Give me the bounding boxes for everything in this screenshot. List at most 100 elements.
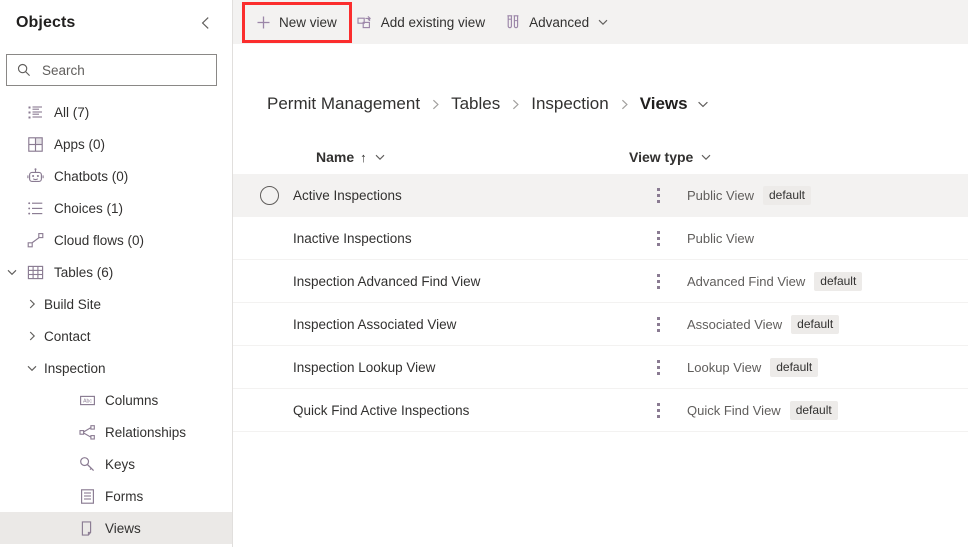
sidebar-item-label: Chatbots (0) — [54, 168, 129, 184]
breadcrumb-item-views: Views — [639, 94, 688, 113]
advanced-button[interactable]: Advanced — [495, 4, 619, 40]
sidebar-item-inspection[interactable]: Inspection — [0, 352, 232, 384]
sidebar-item-forms[interactable]: Forms — [0, 480, 232, 512]
breadcrumb-item-inspection[interactable]: Inspection — [531, 94, 609, 114]
new-view-button[interactable]: New view — [245, 4, 347, 40]
column-header-view-type-label: View type — [629, 149, 694, 165]
chevron-down-icon[interactable] — [700, 151, 712, 163]
row-more-actions-button[interactable] — [629, 316, 687, 332]
view-type-label: Public View — [687, 230, 754, 246]
sidebar-item-choices-1[interactable]: Choices (1) — [0, 192, 232, 224]
table-row[interactable]: Quick Find Active Inspections Quick Find… — [233, 389, 968, 432]
page-title: Objects — [16, 14, 76, 31]
no-chevron — [4, 168, 20, 184]
row-more-actions-button[interactable] — [629, 230, 687, 246]
sidebar-item-apps-0[interactable]: Apps (0) — [0, 128, 232, 160]
sidebar-item-relationships[interactable]: Relationships — [0, 416, 232, 448]
collapse-sidebar-button[interactable] — [194, 11, 218, 35]
sidebar-item-label: Choices (1) — [54, 200, 124, 216]
column-header-view-type[interactable]: View type — [629, 149, 712, 165]
row-select-radio[interactable] — [255, 185, 293, 205]
view-name-cell: Inspection Advanced Find View — [293, 273, 481, 289]
row-more-actions-button[interactable] — [629, 402, 687, 418]
chevron-right-icon — [429, 98, 442, 111]
table-row[interactable]: Inspection Advanced Find View Advanced F… — [233, 260, 968, 303]
apps-grid-icon — [26, 135, 44, 153]
relationships-icon — [78, 423, 96, 441]
row-select-radio[interactable] — [255, 358, 293, 377]
more-vertical-icon — [656, 359, 660, 375]
chevron-right-icon[interactable] — [24, 328, 40, 344]
default-badge: default — [791, 314, 840, 334]
breadcrumb-item-tables[interactable]: Tables — [451, 94, 500, 114]
sidebar-item-columns[interactable]: Abc Columns — [0, 384, 232, 416]
sidebar-item-contact[interactable]: Contact — [0, 320, 232, 352]
search-icon — [17, 63, 31, 77]
row-select-radio[interactable] — [255, 401, 293, 420]
column-header-name[interactable]: Name ↑ — [255, 149, 629, 165]
table-row[interactable]: Inspection Lookup View Lookup View defau… — [233, 346, 968, 389]
new-view-label: New view — [279, 14, 337, 30]
view-name-cell: Quick Find Active Inspections — [293, 402, 470, 418]
breadcrumb-item-permit-management[interactable]: Permit Management — [267, 94, 420, 114]
view-name-cell: Active Inspections — [293, 187, 402, 203]
search-container — [0, 46, 232, 86]
row-more-actions-button[interactable] — [629, 273, 687, 289]
chevron-down-icon[interactable] — [4, 264, 20, 280]
row-select-radio[interactable] — [255, 272, 293, 291]
search-box[interactable] — [6, 54, 217, 86]
chevron-left-icon — [199, 16, 213, 30]
app-root: Objects Search All (7) Apps (0) Chatbots… — [0, 0, 968, 547]
row-select-radio[interactable] — [255, 315, 293, 334]
more-vertical-icon — [656, 273, 660, 289]
table-row[interactable]: Active Inspections Public View default — [233, 174, 968, 217]
view-type-label: Associated View — [687, 316, 783, 332]
default-badge: default — [814, 271, 863, 291]
sidebar-item-label: Contact — [44, 328, 91, 344]
sidebar-item-build-site[interactable]: Build Site — [0, 288, 232, 320]
no-chevron — [4, 104, 20, 120]
add-existing-view-button[interactable]: Add existing view — [347, 4, 495, 40]
objects-sidebar: Objects Search All (7) Apps (0) Chatbots… — [0, 0, 233, 547]
choices-list-icon — [26, 199, 44, 217]
row-more-actions-button[interactable] — [629, 359, 687, 375]
sidebar-item-views[interactable]: Views — [0, 512, 232, 544]
no-chevron — [4, 200, 20, 216]
sidebar-item-label: Tables (6) — [54, 264, 114, 280]
view-type-cell: Public View default — [687, 185, 811, 205]
chevron-down-icon[interactable] — [374, 151, 386, 163]
add-existing-icon — [357, 14, 373, 30]
sidebar-item-cloud-flows-0[interactable]: Cloud flows (0) — [0, 224, 232, 256]
search-input[interactable] — [40, 56, 208, 84]
sidebar-item-label: All (7) — [54, 104, 90, 120]
radio-icon[interactable] — [260, 185, 279, 205]
chevron-down-icon[interactable] — [24, 360, 40, 376]
sidebar-item-tables-6[interactable]: Tables (6) — [0, 256, 232, 288]
main-content: New view Add existing view Advanced Perm… — [233, 0, 968, 547]
sidebar-item-keys[interactable]: Keys — [0, 448, 232, 480]
advanced-label: Advanced — [529, 14, 590, 30]
sidebar-item-label: Columns — [105, 392, 159, 408]
table-row[interactable]: Inactive Inspections Public View — [233, 217, 968, 260]
chevron-right-icon[interactable] — [24, 296, 40, 312]
sidebar-nav-list: All (7) Apps (0) Chatbots (0) Choices (1… — [0, 96, 232, 544]
sidebar-item-label: Build Site — [44, 296, 102, 312]
view-type-label: Public View — [687, 187, 754, 203]
view-type-cell: Lookup View default — [687, 357, 819, 377]
add-existing-view-label: Add existing view — [380, 14, 486, 30]
table-header-row: Name ↑ View type — [233, 141, 968, 174]
view-name-cell: Inspection Lookup View — [293, 359, 436, 375]
sidebar-item-all-7[interactable]: All (7) — [0, 96, 232, 128]
view-type-cell: Public View — [687, 231, 754, 246]
sidebar-item-label: Cloud flows (0) — [54, 232, 145, 248]
chevron-down-icon[interactable] — [696, 97, 710, 111]
sort-ascending-icon: ↑ — [360, 149, 367, 165]
view-type-label: Lookup View — [687, 359, 762, 375]
views-table: Name ↑ View type Active Inspections Publ… — [233, 141, 968, 432]
sidebar-item-chatbots-0[interactable]: Chatbots (0) — [0, 160, 232, 192]
table-row[interactable]: Inspection Associated View Associated Vi… — [233, 303, 968, 346]
default-badge: default — [762, 185, 811, 205]
plus-icon — [255, 14, 271, 30]
row-more-actions-button[interactable] — [629, 187, 687, 203]
row-select-radio[interactable] — [255, 229, 293, 248]
